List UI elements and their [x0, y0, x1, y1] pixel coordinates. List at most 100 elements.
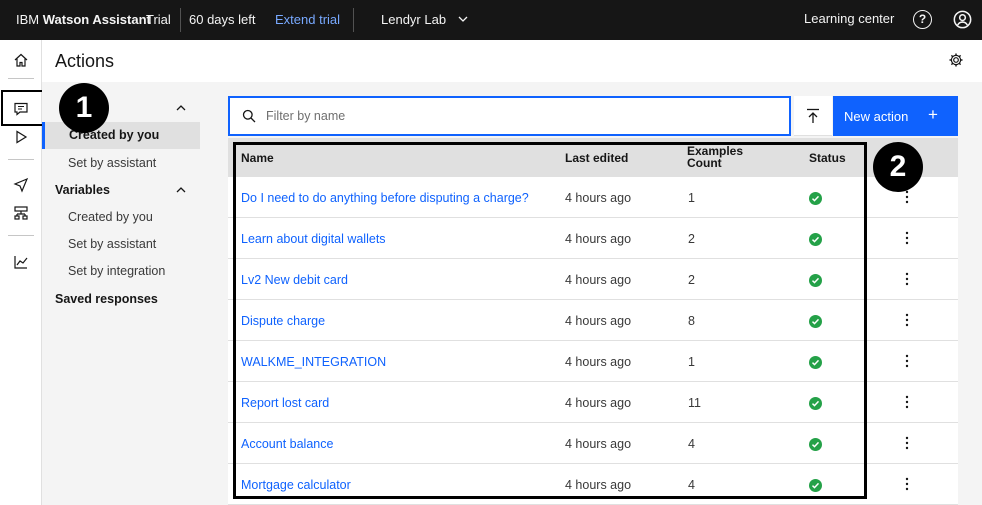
column-header-examples-count[interactable]: Examples Count [687, 145, 743, 169]
product-name[interactable]: IBM Watson Assistant [16, 12, 151, 27]
examples-count-cell: 1 [688, 191, 695, 205]
action-name-link[interactable]: Report lost card [241, 396, 329, 410]
help-icon[interactable]: ? [913, 10, 932, 29]
preview-icon[interactable] [13, 129, 29, 145]
action-name-link[interactable]: Do I need to do anything before disputin… [241, 191, 529, 205]
chevron-down-icon [458, 16, 468, 22]
table-row[interactable]: Lv2 New debit card 4 hours ago 2 [228, 259, 958, 300]
last-edited-cell: 4 hours ago [565, 437, 632, 451]
environments-icon[interactable] [13, 205, 29, 221]
last-edited-cell: 4 hours ago [565, 396, 632, 410]
active-item-highlight [1, 90, 44, 126]
checkmark-icon [811, 400, 820, 407]
checkmark-icon [811, 482, 820, 489]
publish-icon[interactable] [13, 177, 29, 193]
actions-table: Name Last edited Examples Count Status D… [228, 138, 958, 505]
new-action-button[interactable]: New action + [833, 96, 958, 136]
search-input[interactable] [266, 106, 766, 126]
overflow-menu-icon[interactable] [905, 231, 909, 245]
status-ok-badge [809, 192, 822, 205]
chevron-up-icon[interactable] [176, 185, 186, 195]
table-row[interactable]: Do I need to do anything before disputin… [228, 177, 958, 218]
learning-center-link[interactable]: Learning center [804, 11, 894, 26]
home-icon[interactable] [13, 52, 29, 68]
nav-item-var-set-by-integration[interactable]: Set by integration [68, 264, 165, 278]
table-row[interactable]: Learn about digital wallets 4 hours ago 2 [228, 218, 958, 259]
last-edited-cell: 4 hours ago [565, 355, 632, 369]
column-header-status[interactable]: Status [809, 151, 846, 165]
days-left-label: 60 days left [189, 12, 256, 27]
table-row[interactable]: Report lost card 4 hours ago 11 [228, 382, 958, 423]
nav-item-set-by-assistant[interactable]: Set by assistant [68, 156, 156, 170]
column-header-name[interactable]: Name [241, 151, 274, 165]
settings-icon[interactable] [948, 52, 964, 68]
checkmark-icon [811, 195, 820, 202]
examples-count-cell: 1 [688, 355, 695, 369]
instance-switcher[interactable]: Lendyr Lab [381, 12, 468, 27]
rail-divider [8, 78, 34, 79]
nav-item-var-set-by-assistant[interactable]: Set by assistant [68, 237, 156, 251]
nav-item-var-created-by-you[interactable]: Created by you [68, 210, 153, 224]
chevron-up-icon[interactable] [176, 103, 186, 113]
examples-count-cell: 8 [688, 314, 695, 328]
callout-badge-1: 1 [59, 83, 109, 133]
overflow-menu-icon[interactable] [905, 272, 909, 286]
checkmark-icon [811, 277, 820, 284]
overflow-menu-icon[interactable] [905, 313, 909, 327]
left-rail [0, 40, 44, 505]
actions-main: New action + Name Last edited Examples C… [218, 82, 982, 505]
table-row[interactable]: Dispute charge 4 hours ago 8 [228, 300, 958, 341]
callout-badge-2: 2 [873, 142, 923, 192]
table-row[interactable]: Account balance 4 hours ago 4 [228, 423, 958, 464]
status-ok-badge [809, 274, 822, 287]
examples-count-cell: 11 [688, 396, 701, 410]
upload-button[interactable] [794, 96, 832, 136]
overflow-menu-icon[interactable] [905, 354, 909, 368]
actions-nav: Created by you Set by assistant Variable… [42, 82, 218, 505]
action-name-link[interactable]: Mortgage calculator [241, 478, 351, 492]
table-row[interactable]: WALKME_INTEGRATION 4 hours ago 1 [228, 341, 958, 382]
action-name-link[interactable]: WALKME_INTEGRATION [241, 355, 386, 369]
add-icon: + [928, 105, 938, 124]
status-ok-badge [809, 315, 822, 328]
top-bar: IBM Watson Assistant Trial 60 days left … [0, 0, 982, 40]
analytics-icon[interactable] [13, 254, 29, 270]
status-ok-badge [809, 233, 822, 246]
examples-count-cell: 2 [688, 232, 695, 246]
action-name-link[interactable]: Account balance [241, 437, 333, 451]
last-edited-cell: 4 hours ago [565, 191, 632, 205]
overflow-menu-icon[interactable] [905, 395, 909, 409]
action-name-link[interactable]: Lv2 New debit card [241, 273, 348, 287]
rail-divider [8, 235, 34, 236]
examples-count-cell: 2 [688, 273, 695, 287]
checkmark-icon [811, 318, 820, 325]
action-name-link[interactable]: Learn about digital wallets [241, 232, 386, 246]
brand-name: Watson Assistant [42, 12, 151, 27]
last-edited-cell: 4 hours ago [565, 478, 632, 492]
column-header-last-edited[interactable]: Last edited [565, 151, 628, 165]
extend-trial-link[interactable]: Extend trial [275, 12, 340, 27]
user-icon[interactable] [953, 10, 972, 29]
upload-icon [807, 108, 819, 123]
divider [180, 8, 181, 32]
new-action-label: New action [844, 109, 909, 124]
action-name-link[interactable]: Dispute charge [241, 314, 325, 328]
search-box[interactable] [228, 96, 791, 136]
last-edited-cell: 4 hours ago [565, 232, 632, 246]
nav-group-variables[interactable]: Variables [55, 183, 110, 197]
page-title: Actions [55, 51, 115, 71]
rail-divider [8, 159, 34, 160]
nav-item-created-by-you[interactable]: Created by you [42, 122, 200, 149]
overflow-menu-icon[interactable] [905, 477, 909, 491]
divider [353, 8, 354, 32]
table-row[interactable]: Mortgage calculator 4 hours ago 4 [228, 464, 958, 505]
header-line: Count [687, 156, 722, 170]
brand-prefix: IBM [16, 12, 40, 27]
overflow-menu-icon[interactable] [905, 190, 909, 204]
status-ok-badge [809, 356, 822, 369]
last-edited-cell: 4 hours ago [565, 314, 632, 328]
nav-item-saved-responses[interactable]: Saved responses [55, 292, 158, 306]
trial-label: Trial [146, 12, 171, 27]
overflow-menu-icon[interactable] [905, 436, 909, 450]
search-icon [242, 109, 256, 123]
